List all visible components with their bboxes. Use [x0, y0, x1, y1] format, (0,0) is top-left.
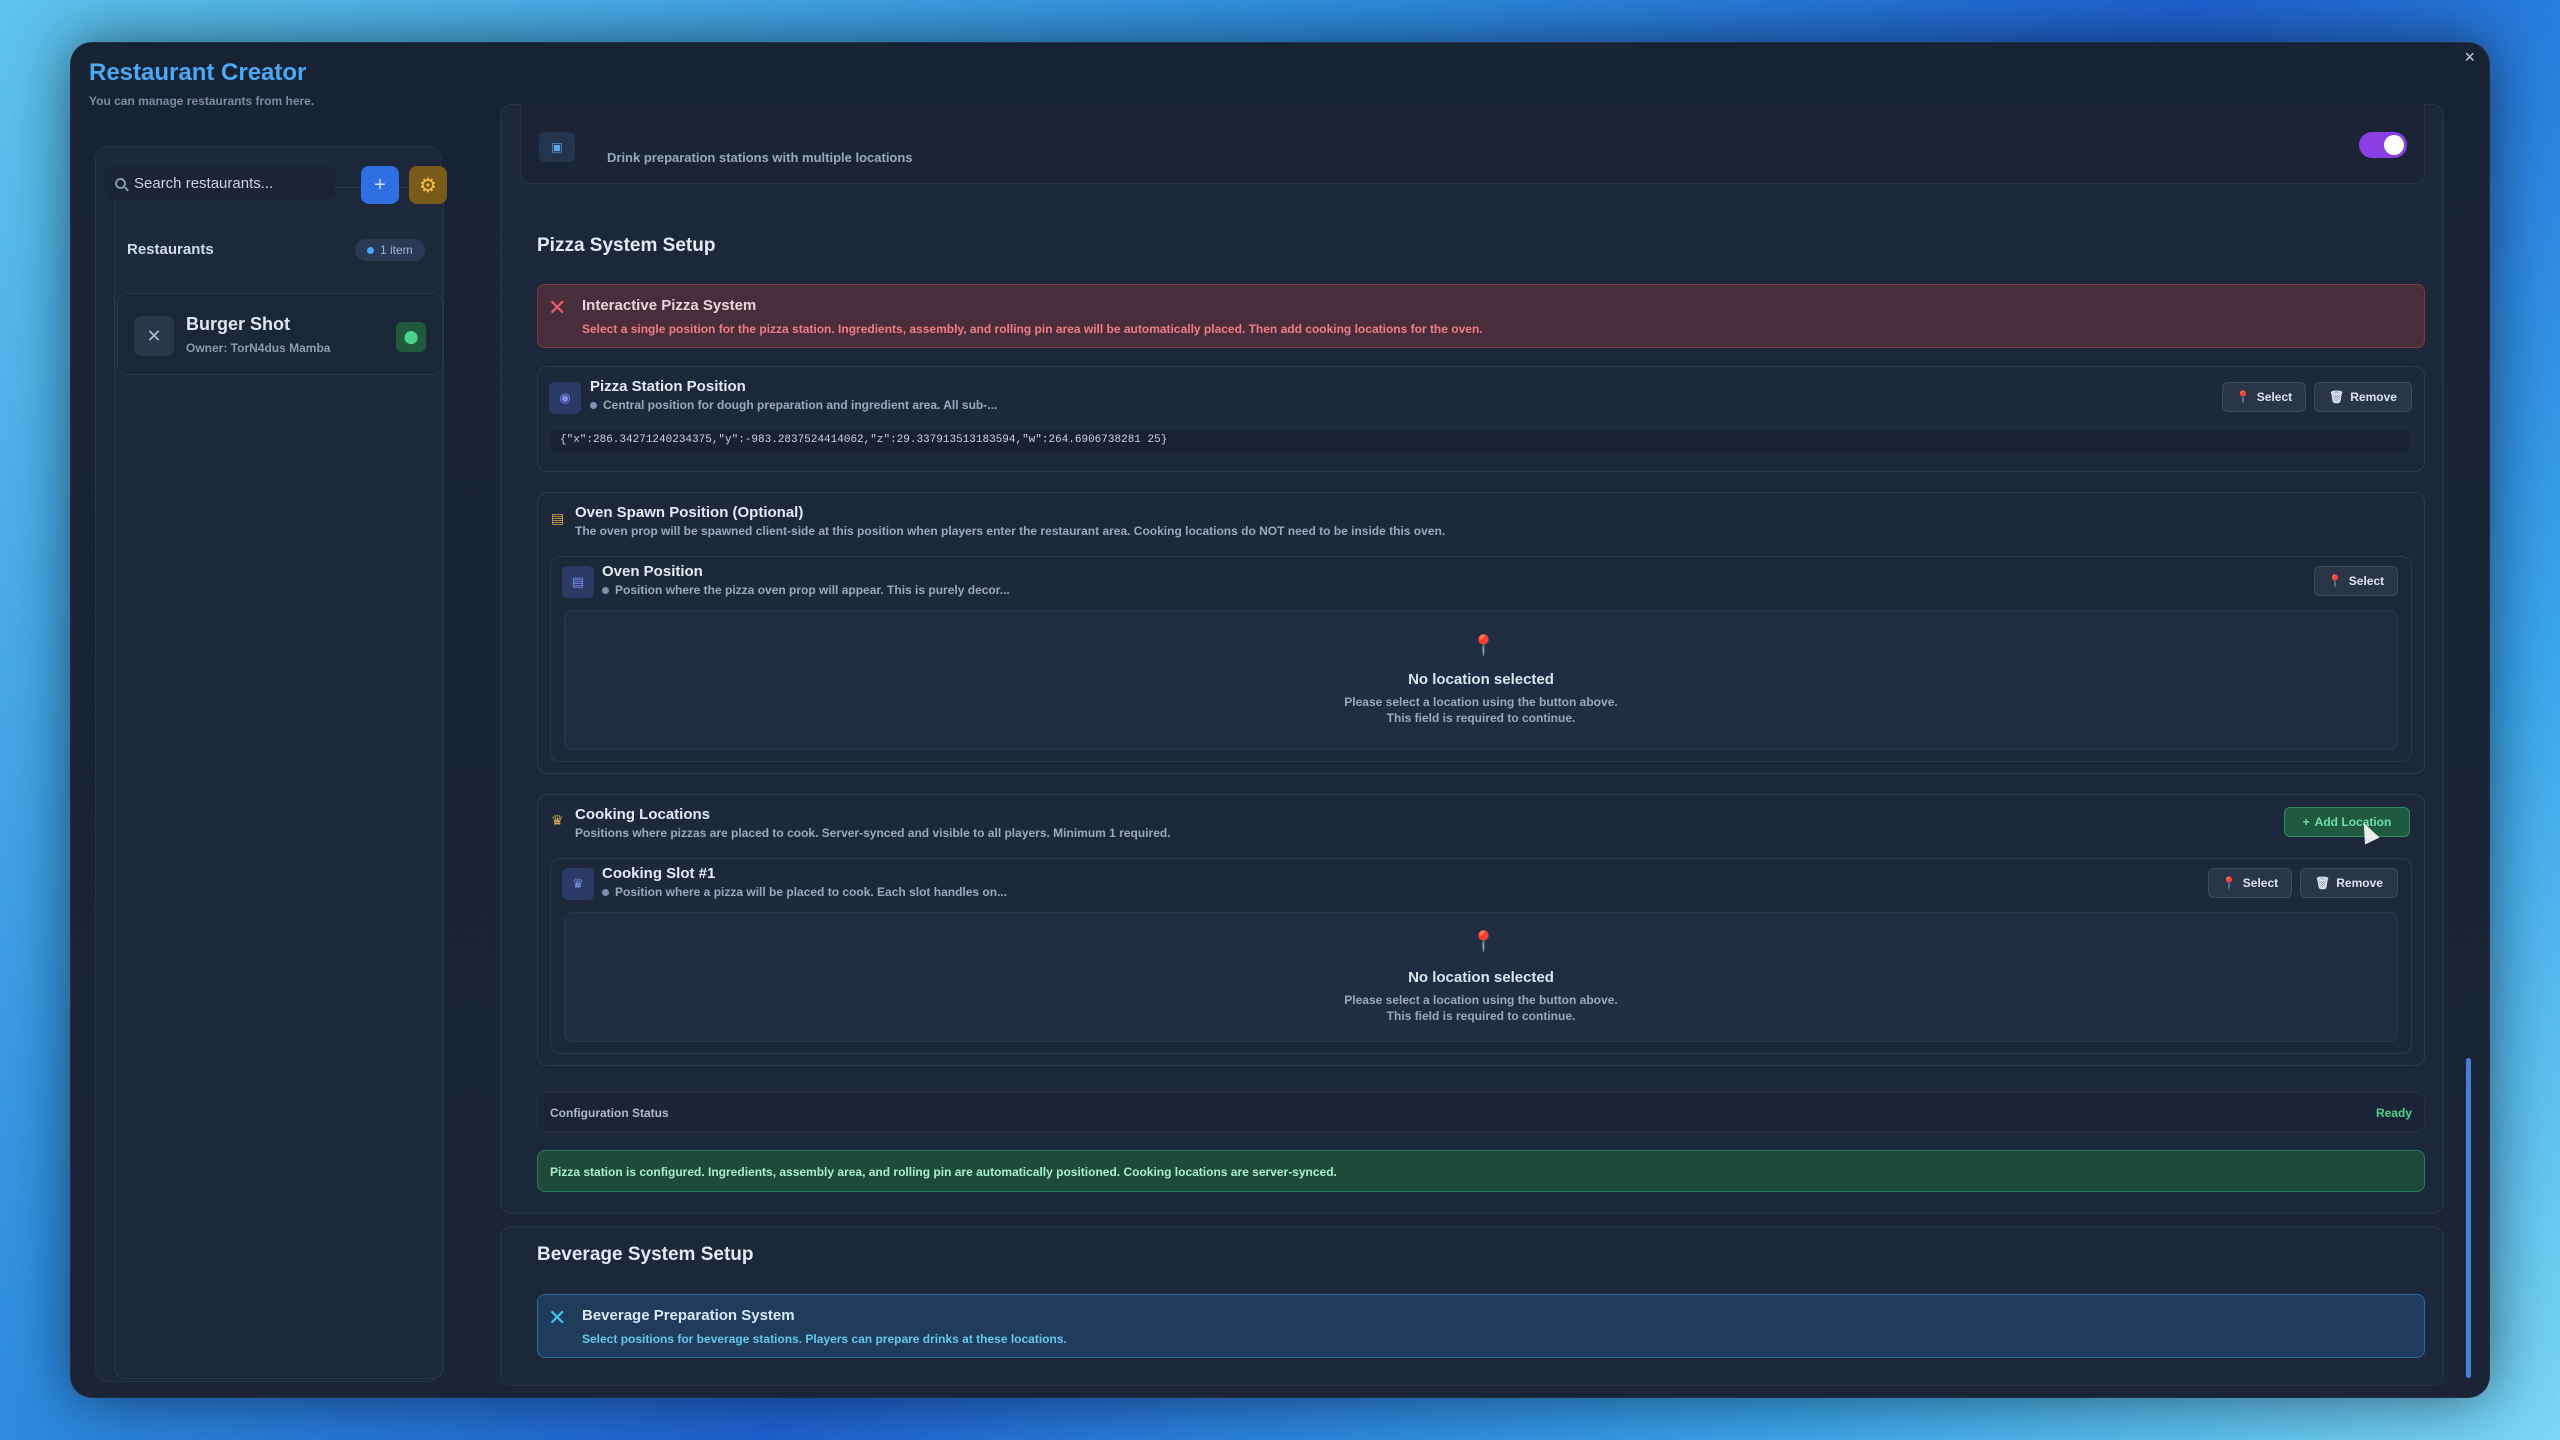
plus-icon: + [2302, 815, 2310, 829]
oven-section-desc: The oven prop will be spawned client-sid… [575, 524, 1446, 538]
remove-label: Remove [2336, 876, 2383, 890]
settings-button[interactable]: ⚙ [409, 166, 447, 204]
oven-position-desc-text: Position where the pizza oven prop will … [615, 583, 1010, 597]
select-label: Select [2256, 390, 2293, 404]
location-pin-button[interactable]: ⬤ [396, 322, 426, 352]
success-message: Pizza station is configured. Ingredients… [550, 1165, 1337, 1179]
pizza-alert-title: Interactive Pizza System [582, 297, 757, 314]
pizza-station-select-button[interactable]: 📍 Select [2222, 382, 2306, 412]
restaurant-name: Burger Shot [186, 314, 291, 334]
pizza-section-title: Pizza System Setup [537, 235, 716, 256]
empty-line-1: Please select a location using the butto… [1344, 695, 1618, 709]
location-pin-icon: 📍 [1471, 931, 1496, 953]
pin-icon: 📍 [2327, 574, 2343, 588]
configuration-status: Configuration Status Ready [537, 1092, 2425, 1132]
close-icon[interactable]: × [2464, 47, 2475, 68]
beverage-system-alert: ✕ Beverage Preparation System Select pos… [537, 1294, 2425, 1358]
beverage-section-title: Beverage System Setup [537, 1244, 754, 1265]
pin-icon: 📍 [2221, 876, 2237, 890]
cooking-icon: ♛ [551, 812, 564, 828]
location-pin-icon: 📍 [1471, 635, 1496, 657]
cooking-slot-desc: Position where a pizza will be placed to… [602, 885, 1007, 899]
pizza-station-remove-button[interactable]: 🗑 Remove [2314, 382, 2412, 412]
beverage-system-toggle[interactable] [2359, 132, 2407, 158]
beverage-system-icon: ✕ [548, 1305, 567, 1330]
window-subtitle: You can manage restaurants from here. [89, 94, 315, 108]
cooking-section-desc: Positions where pizzas are placed to coo… [575, 826, 1171, 840]
oven-position-title: Oven Position [602, 563, 703, 580]
pizza-station-title: Pizza Station Position [590, 378, 746, 395]
restaurants-label: Restaurants [127, 241, 214, 258]
cooking-slot-desc-text: Position where a pizza will be placed to… [615, 885, 1008, 899]
select-label: Select [2242, 876, 2279, 890]
cooking-slot-empty-state: 📍 No location selected Please select a l… [564, 912, 2398, 1042]
oven-empty-state: 📍 No location selected Please select a l… [564, 610, 2398, 750]
empty-title: No location selected [1408, 969, 1554, 986]
drink-station-desc: Drink preparation stations with multiple… [607, 150, 913, 165]
bullet-icon [590, 401, 597, 409]
item-count-text: 1 item [380, 243, 413, 257]
window-title: Restaurant Creator [89, 59, 307, 86]
pizza-station-desc: Central position for dough preparation a… [590, 398, 997, 412]
empty-line-2: This field is required to continue. [1386, 1009, 1576, 1023]
search-icon [115, 177, 126, 189]
item-count-badge: 1 item [355, 239, 425, 261]
oven-icon: ▤ [551, 510, 565, 526]
empty-line-2: This field is required to continue. [1386, 711, 1576, 725]
add-location-label: Add Location [2314, 815, 2392, 829]
config-status-value: Ready [2375, 1106, 2412, 1120]
search-box[interactable] [105, 166, 335, 200]
trash-icon: 🗑 [2329, 390, 2345, 404]
add-restaurant-button[interactable]: + [361, 166, 399, 204]
pizza-system-icon: ✕ [548, 295, 567, 320]
beverage-toggle-row: ▣ Drink preparation stations with multip… [520, 104, 2425, 184]
pizza-alert-desc: Select a single position for the pizza s… [582, 322, 1483, 336]
beverage-alert-desc: Select positions for beverage stations. … [582, 1332, 1067, 1346]
oven-position-icon: ▤ [562, 566, 594, 598]
oven-section-title: Oven Spawn Position (Optional) [575, 504, 804, 521]
coordinates-text: {"x":286.34271240234375,"y":-983.2837524… [560, 434, 1168, 446]
trash-icon: 🗑 [2315, 876, 2331, 890]
badge-dot-icon [367, 246, 374, 254]
restaurant-owner: Owner: TorN4dus Mamba [186, 341, 331, 355]
cooking-slot-icon: ♛ [562, 868, 594, 900]
pin-icon: 📍 [2235, 390, 2251, 404]
pizza-station-desc-text: Central position for dough preparation a… [603, 398, 998, 412]
remove-label: Remove [2350, 390, 2397, 404]
select-label: Select [2348, 574, 2385, 588]
station-icon: ◉ [549, 382, 581, 414]
bullet-icon [602, 586, 609, 594]
search-input[interactable] [134, 174, 314, 192]
oven-select-button[interactable]: 📍 Select [2314, 566, 2398, 596]
oven-position-desc: Position where the pizza oven prop will … [602, 583, 1010, 597]
cooking-slot-select-button[interactable]: 📍 Select [2208, 868, 2292, 898]
bullet-icon [602, 888, 609, 896]
empty-line-1: Please select a location using the butto… [1344, 993, 1618, 1007]
pizza-system-alert: ✕ Interactive Pizza System Select a sing… [537, 284, 2425, 348]
pizza-station-coordinates: {"x":286.34271240234375,"y":-983.2837524… [550, 430, 2410, 452]
beverage-alert-title: Beverage Preparation System [582, 1307, 795, 1324]
pizza-station-card [537, 366, 2425, 472]
restaurant-card-burger-shot[interactable]: ✕ Burger Shot Owner: TorN4dus Mamba ⬤ [117, 293, 443, 375]
cooking-slot-title: Cooking Slot #1 [602, 865, 716, 882]
main-scrollbar[interactable] [2466, 1058, 2471, 1378]
cooking-slot-remove-button[interactable]: 🗑 Remove [2300, 868, 2398, 898]
drink-station-icon: ▣ [539, 132, 575, 162]
pizza-configured-alert: Pizza station is configured. Ingredients… [537, 1150, 2425, 1192]
cooking-section-title: Cooking Locations [575, 806, 710, 823]
utensils-icon: ✕ [134, 316, 174, 356]
empty-title: No location selected [1408, 671, 1554, 688]
add-location-button[interactable]: + Add Location [2284, 807, 2410, 837]
config-status-label: Configuration Status [550, 1106, 669, 1120]
